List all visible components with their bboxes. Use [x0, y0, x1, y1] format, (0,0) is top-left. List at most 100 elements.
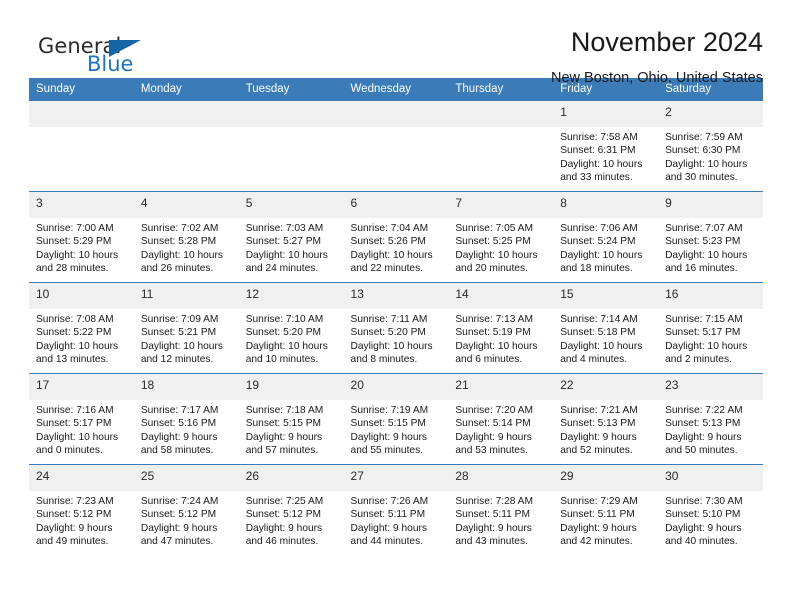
day-details: Sunrise: 7:28 AM Sunset: 5:11 PM Daylight:… — [448, 491, 553, 549]
sunrise-text: Sunrise: 7:00 AM — [36, 223, 114, 234]
day-number: 15 — [553, 283, 659, 309]
sunset-text: Sunset: 5:17 PM — [36, 418, 112, 430]
sunrise-text: Sunrise: 7:59 AM — [665, 132, 743, 143]
calendar-day-cell[interactable]: 26 Sunrise: 7:25 AM Sunset: 5:12 PM Dayligh… — [238, 464, 344, 555]
day-details: Sunrise: 7:58 AM Sunset: 6:31 PM Daylight:… — [553, 127, 658, 185]
day-number: 24 — [29, 465, 134, 491]
daylight-text: Daylight: 9 hours and 55 minutes. — [350, 431, 427, 457]
day-details: Sunrise: 7:15 AM Sunset: 5:17 PM Daylight:… — [658, 309, 763, 367]
calendar-week-row: 1 Sunrise: 7:58 AM Sunset: 6:31 PM Daylight… — [29, 101, 763, 192]
day-number: 5 — [238, 192, 344, 218]
calendar-day-cell[interactable]: 21 Sunrise: 7:20 AM Sunset: 5:14 PM Dayligh… — [448, 373, 554, 465]
sunset-text: Sunset: 5:21 PM — [140, 327, 217, 339]
day-details: Sunrise: 7:14 AM Sunset: 5:18 PM Daylight:… — [553, 309, 658, 367]
day-number: 10 — [29, 283, 134, 309]
calendar-day-cell[interactable]: 7 Sunrise: 7:05 AM Sunset: 5:25 PM Daylight… — [448, 191, 554, 283]
calendar-day-cell[interactable]: 23 Sunrise: 7:22 AM Sunset: 5:13 PM Dayligh… — [658, 373, 763, 465]
day-details: Sunrise: 7:11 AM Sunset: 5:20 PM Daylight:… — [344, 309, 449, 367]
sunrise-text: Sunrise: 7:58 AM — [560, 132, 638, 143]
day-number — [133, 101, 239, 127]
calendar-day-cell[interactable]: 30 Sunrise: 7:30 AM Sunset: 5:10 PM Dayligh… — [658, 464, 763, 555]
calendar-week-row: 24 Sunrise: 7:23 AM Sunset: 5:12 PM Dayligh… — [29, 464, 763, 555]
sunset-text: Sunset: 5:17 PM — [665, 327, 741, 339]
daylight-text: Daylight: 10 hours and 10 minutes. — [245, 340, 328, 366]
calendar-day-cell[interactable]: 24 Sunrise: 7:23 AM Sunset: 5:12 PM Dayligh… — [29, 464, 134, 555]
general-blue-logo[interactable]: General Blue — [29, 26, 189, 80]
sunrise-text: Sunrise: 7:17 AM — [140, 405, 219, 416]
calendar-day-cell-empty — [448, 101, 554, 192]
daylight-text: Daylight: 9 hours and 53 minutes. — [455, 431, 532, 457]
calendar-day-cell[interactable]: 13 Sunrise: 7:11 AM Sunset: 5:20 PM Dayligh… — [343, 282, 449, 374]
day-number: 19 — [238, 374, 344, 400]
sunrise-text: Sunrise: 7:08 AM — [36, 314, 114, 325]
daylight-text: Daylight: 9 hours and 49 minutes. — [36, 522, 113, 548]
calendar-day-cell[interactable]: 5 Sunrise: 7:03 AM Sunset: 5:27 PM Daylight… — [238, 191, 344, 283]
sunrise-text: Sunrise: 7:18 AM — [245, 405, 324, 416]
calendar-day-cell[interactable]: 9 Sunrise: 7:07 AM Sunset: 5:23 PM Daylight… — [658, 191, 763, 283]
day-details: Sunrise: 7:20 AM Sunset: 5:14 PM Daylight:… — [448, 400, 553, 458]
calendar-day-cell[interactable]: 12 Sunrise: 7:10 AM Sunset: 5:20 PM Dayligh… — [238, 282, 344, 374]
day-details: Sunrise: 7:18 AM Sunset: 5:15 PM Daylight:… — [239, 400, 344, 458]
calendar-day-cell[interactable]: 18 Sunrise: 7:17 AM Sunset: 5:16 PM Dayligh… — [133, 373, 239, 465]
calendar-day-cell[interactable]: 15 Sunrise: 7:14 AM Sunset: 5:18 PM Dayligh… — [553, 282, 659, 374]
day-number — [448, 101, 554, 127]
sunrise-text: Sunrise: 7:05 AM — [455, 223, 533, 234]
day-details: Sunrise: 7:00 AM Sunset: 5:29 PM Daylight:… — [29, 218, 134, 276]
calendar-day-cell[interactable]: 27 Sunrise: 7:26 AM Sunset: 5:11 PM Dayligh… — [343, 464, 449, 555]
calendar-day-cell[interactable]: 4 Sunrise: 7:02 AM Sunset: 5:28 PM Daylight… — [133, 191, 239, 283]
sunset-text: Sunset: 5:20 PM — [350, 327, 426, 339]
daylight-text: Daylight: 10 hours and 6 minutes. — [455, 340, 538, 366]
calendar-day-cell[interactable]: 16 Sunrise: 7:15 AM Sunset: 5:17 PM Dayligh… — [658, 282, 763, 374]
day-number: 17 — [29, 374, 134, 400]
calendar-day-cell[interactable]: 2 Sunrise: 7:59 AM Sunset: 6:30 PM Daylight… — [658, 101, 763, 192]
daylight-text: Daylight: 9 hours and 43 minutes. — [455, 522, 532, 548]
calendar-day-cell[interactable]: 17 Sunrise: 7:16 AM Sunset: 5:17 PM Dayligh… — [29, 373, 134, 465]
page-header: General Blue November 2024 New Boston, O… — [29, 0, 763, 86]
day-details: Sunrise: 7:59 AM Sunset: 6:30 PM Daylight:… — [658, 127, 763, 185]
calendar-day-cell[interactable]: 8 Sunrise: 7:06 AM Sunset: 5:24 PM Daylight… — [553, 191, 659, 283]
calendar-day-cell[interactable]: 11 Sunrise: 7:09 AM Sunset: 5:21 PM Dayligh… — [133, 282, 239, 374]
daylight-text: Daylight: 10 hours and 16 minutes. — [665, 249, 748, 275]
day-number — [343, 101, 449, 127]
day-number: 22 — [553, 374, 659, 400]
calendar-day-cell[interactable]: 1 Sunrise: 7:58 AM Sunset: 6:31 PM Daylight… — [553, 101, 659, 192]
sunrise-text: Sunrise: 7:07 AM — [665, 223, 743, 234]
day-number: 18 — [133, 374, 239, 400]
sunrise-text: Sunrise: 7:21 AM — [560, 405, 638, 416]
calendar-day-cell[interactable]: 29 Sunrise: 7:29 AM Sunset: 5:11 PM Dayligh… — [553, 464, 659, 555]
day-number: 6 — [343, 192, 449, 218]
sunset-text: Sunset: 6:30 PM — [665, 145, 741, 157]
day-details: Sunrise: 7:26 AM Sunset: 5:11 PM Daylight:… — [344, 491, 449, 549]
day-number: 25 — [133, 465, 239, 491]
calendar-day-cell[interactable]: 3 Sunrise: 7:00 AM Sunset: 5:29 PM Daylight… — [29, 191, 134, 283]
calendar-week-row: 17 Sunrise: 7:16 AM Sunset: 5:17 PM Dayligh… — [29, 373, 763, 465]
calendar-day-cell[interactable]: 22 Sunrise: 7:21 AM Sunset: 5:13 PM Dayligh… — [553, 373, 659, 465]
sunset-text: Sunset: 5:25 PM — [455, 236, 531, 248]
day-details: Sunrise: 7:23 AM Sunset: 5:12 PM Daylight:… — [29, 491, 134, 549]
sunset-text: Sunset: 5:29 PM — [36, 236, 112, 248]
day-number: 4 — [133, 192, 239, 218]
calendar-day-cell-empty — [238, 101, 344, 192]
calendar-day-cell[interactable]: 14 Sunrise: 7:13 AM Sunset: 5:19 PM Dayligh… — [448, 282, 554, 374]
calendar-day-cell[interactable]: 20 Sunrise: 7:19 AM Sunset: 5:15 PM Dayligh… — [343, 373, 449, 465]
day-details: Sunrise: 7:10 AM Sunset: 5:20 PM Daylight:… — [239, 309, 344, 367]
calendar-day-cell-empty — [29, 101, 134, 192]
day-number: 9 — [658, 192, 763, 218]
calendar-day-cell-empty — [343, 101, 449, 192]
day-details: Sunrise: 7:02 AM Sunset: 5:28 PM Daylight:… — [134, 218, 239, 276]
calendar-day-cell[interactable]: 28 Sunrise: 7:28 AM Sunset: 5:11 PM Dayligh… — [448, 464, 554, 555]
calendar-day-cell[interactable]: 19 Sunrise: 7:18 AM Sunset: 5:15 PM Dayligh… — [238, 373, 344, 465]
daylight-text: Daylight: 9 hours and 57 minutes. — [245, 431, 323, 457]
daylight-text: Daylight: 9 hours and 46 minutes. — [245, 522, 323, 548]
day-details: Sunrise: 7:04 AM Sunset: 5:26 PM Daylight:… — [344, 218, 449, 276]
sunrise-text: Sunrise: 7:03 AM — [245, 223, 324, 234]
daylight-text: Daylight: 10 hours and 26 minutes. — [140, 249, 223, 275]
calendar-day-cell[interactable]: 10 Sunrise: 7:08 AM Sunset: 5:22 PM Dayligh… — [29, 282, 134, 374]
sunrise-text: Sunrise: 7:28 AM — [455, 496, 533, 507]
calendar-day-cell[interactable]: 25 Sunrise: 7:24 AM Sunset: 5:12 PM Dayligh… — [133, 464, 239, 555]
calendar-day-cell[interactable]: 6 Sunrise: 7:04 AM Sunset: 5:26 PM Daylight… — [343, 191, 449, 283]
sunset-text: Sunset: 5:12 PM — [140, 509, 217, 521]
day-details: Sunrise: 7:22 AM Sunset: 5:13 PM Daylight:… — [658, 400, 763, 458]
sunset-text: Sunset: 5:20 PM — [245, 327, 322, 339]
sunrise-text: Sunrise: 7:26 AM — [350, 496, 429, 507]
